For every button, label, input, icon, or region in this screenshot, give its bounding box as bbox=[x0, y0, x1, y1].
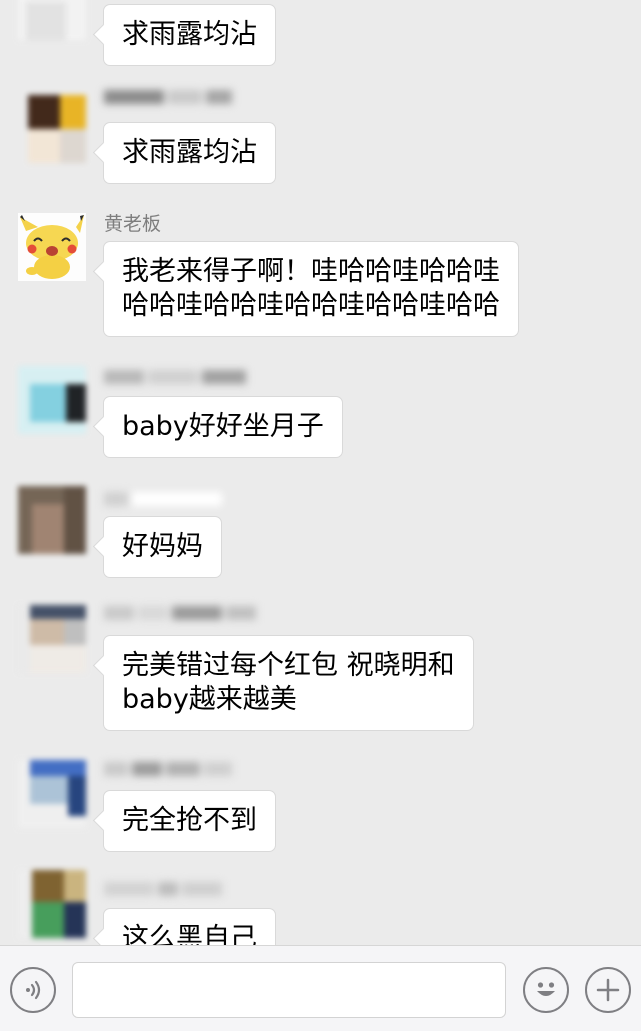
avatar[interactable] bbox=[18, 870, 86, 938]
sender-name bbox=[104, 86, 236, 106]
avatar[interactable] bbox=[18, 605, 86, 673]
sender-name bbox=[104, 602, 260, 622]
avatar[interactable] bbox=[18, 486, 86, 554]
sender-name bbox=[104, 366, 250, 386]
voice-toggle-button[interactable] bbox=[10, 967, 56, 1013]
avatar[interactable] bbox=[18, 213, 86, 281]
sender-name: 黄老板 bbox=[104, 213, 162, 235]
avatar[interactable] bbox=[18, 366, 86, 434]
sender-name bbox=[104, 758, 236, 778]
sender-name bbox=[104, 878, 226, 898]
avatar[interactable] bbox=[18, 760, 86, 828]
message-bubble[interactable]: 完全抢不到 bbox=[103, 790, 276, 852]
chat-input-bar bbox=[0, 945, 641, 1031]
emoji-icon bbox=[537, 982, 555, 996]
message-bubble[interactable]: 这么黑自己 bbox=[103, 908, 276, 945]
message-input[interactable] bbox=[72, 962, 506, 1018]
pikachu-avatar-image bbox=[18, 213, 86, 281]
avatar[interactable] bbox=[18, 95, 86, 163]
avatar[interactable] bbox=[18, 0, 86, 40]
voice-icon bbox=[26, 980, 41, 1000]
message-bubble[interactable]: baby好好坐月子 bbox=[103, 396, 343, 458]
emoji-button[interactable] bbox=[523, 967, 569, 1013]
message-bubble[interactable]: 我老来得子啊！哇哈哈哇哈哈哇 哈哈哇哈哈哇哈哈哇哈哈哇哈哈 bbox=[103, 241, 519, 337]
plus-icon bbox=[596, 978, 620, 1002]
message-bubble[interactable]: 求雨露均沾 bbox=[103, 122, 276, 184]
message-bubble[interactable]: 求雨露均沾 bbox=[103, 4, 276, 66]
sender-name bbox=[104, 488, 226, 508]
message-bubble[interactable]: 好妈妈 bbox=[103, 516, 222, 578]
more-plus-button[interactable] bbox=[585, 967, 631, 1013]
message-bubble[interactable]: 完美错过每个红包 祝晓明和 baby越来越美 bbox=[103, 635, 474, 731]
chat-message-list[interactable]: 求雨露均沾 求雨露均沾 黄老板 我老来得子啊！哇哈哈哇哈哈哇 哈哈哇哈哈哇哈哈哇… bbox=[0, 0, 641, 945]
